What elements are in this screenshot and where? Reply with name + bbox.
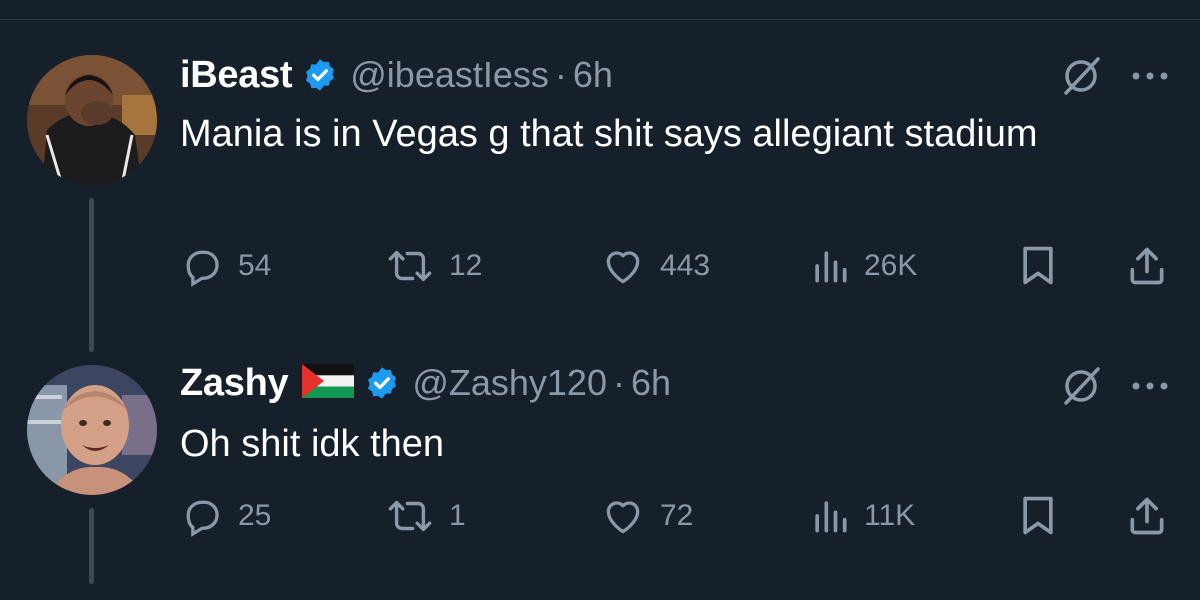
palestine-flag-icon xyxy=(302,363,355,403)
bookmark-button[interactable] xyxy=(1018,486,1058,546)
share-button[interactable] xyxy=(1125,486,1169,546)
retweet-icon xyxy=(388,500,432,532)
bookmark-icon xyxy=(1023,496,1053,535)
reply-button[interactable]: 25 xyxy=(180,486,271,546)
tweet-text: Mania is in Vegas g that shit says alleg… xyxy=(180,113,1038,155)
handle[interactable]: @ibeastIess xyxy=(350,54,549,96)
timestamp[interactable]: 6h xyxy=(573,54,613,96)
views-count: 26K xyxy=(864,249,918,282)
reply-count: 25 xyxy=(238,499,272,532)
grok-icon[interactable] xyxy=(1058,53,1104,99)
tweet-header: iBeast @ibeastIess · 6h xyxy=(180,50,613,100)
like-count: 443 xyxy=(660,249,711,282)
views-count: 11K xyxy=(864,499,916,532)
grok-icon[interactable] xyxy=(1058,363,1104,409)
views-icon xyxy=(815,251,847,283)
tweet-text: Oh shit idk then xyxy=(180,423,445,465)
retweet-button[interactable]: 1 xyxy=(385,486,466,546)
like-count: 72 xyxy=(660,499,694,532)
tweet-header: Zashy @Zashy120 · 6h xyxy=(180,358,671,408)
verified-icon xyxy=(364,365,400,401)
display-name[interactable]: iBeast xyxy=(180,54,293,97)
tweet[interactable]: Zashy @Zashy120 · 6h Oh shit idk then 25… xyxy=(0,330,1200,600)
retweet-count: 12 xyxy=(449,249,483,282)
views-icon xyxy=(815,501,847,533)
verified-icon xyxy=(302,57,338,93)
reply-button[interactable]: 54 xyxy=(180,236,271,296)
reply-icon xyxy=(186,500,219,537)
reply-count: 54 xyxy=(238,249,272,282)
like-icon xyxy=(606,251,640,284)
retweet-count: 1 xyxy=(449,499,466,532)
tweet-actions: 25 1 72 11K xyxy=(180,486,1180,546)
tweet-actions: 54 12 443 26K xyxy=(180,236,1180,296)
separator-dot: · xyxy=(612,362,625,403)
thread-line xyxy=(89,508,94,584)
handle[interactable]: @Zashy120 xyxy=(412,362,607,404)
avatar[interactable] xyxy=(27,55,157,185)
share-icon xyxy=(1130,497,1164,535)
more-icon[interactable] xyxy=(1128,376,1172,396)
bookmark-button[interactable] xyxy=(1018,236,1058,296)
separator-dot: · xyxy=(554,54,567,95)
reply-icon xyxy=(186,250,219,287)
views-button[interactable]: 11K xyxy=(810,486,915,546)
thread-line xyxy=(89,198,94,352)
like-button[interactable]: 443 xyxy=(600,236,710,296)
avatar[interactable] xyxy=(27,365,157,495)
like-icon xyxy=(606,501,640,534)
like-button[interactable]: 72 xyxy=(600,486,693,546)
views-button[interactable]: 26K xyxy=(810,236,917,296)
more-icon[interactable] xyxy=(1128,66,1172,86)
retweet-button[interactable]: 12 xyxy=(385,236,482,296)
tweet[interactable]: iBeast @ibeastIess · 6h Mania is in Vega… xyxy=(0,0,1200,352)
bookmark-icon xyxy=(1023,246,1053,285)
share-button[interactable] xyxy=(1125,236,1169,296)
share-icon xyxy=(1130,247,1164,285)
timestamp[interactable]: 6h xyxy=(631,362,671,404)
display-name[interactable]: Zashy xyxy=(180,362,289,405)
retweet-icon xyxy=(388,250,432,282)
